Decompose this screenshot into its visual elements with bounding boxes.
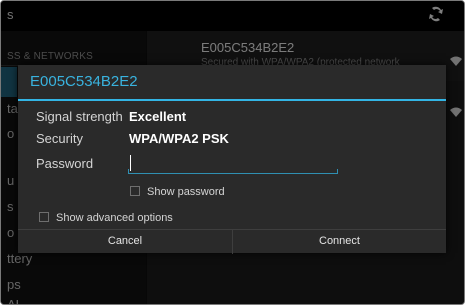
cancel-button[interactable]: Cancel (18, 230, 232, 254)
password-label: Password (36, 156, 94, 171)
wifi-connect-dialog: E005C534B2E2 Signal strength Excellent S… (18, 65, 446, 254)
connect-button[interactable]: Connect (233, 230, 446, 254)
show-advanced-checkbox[interactable] (39, 212, 49, 222)
show-password-label[interactable]: Show password (147, 186, 225, 198)
password-input[interactable] (128, 152, 338, 174)
text-caret (130, 155, 131, 171)
input-underline-right (337, 169, 338, 174)
input-underline (128, 173, 338, 174)
show-password-checkbox[interactable] (130, 186, 140, 196)
dialog-header: E005C534B2E2 (18, 65, 446, 99)
security-value: WPA/WPA2 PSK (129, 131, 229, 146)
app-frame: s SS & NETWORKS ta o u s o ttery ps AL E005C534… (0, 0, 465, 305)
show-advanced-label[interactable]: Show advanced options (56, 212, 173, 224)
security-label: Security (36, 131, 83, 146)
dialog-title-divider (18, 99, 446, 101)
signal-strength-value: Excellent (129, 109, 187, 124)
dialog-button-bar: Cancel Connect (18, 229, 446, 254)
dialog-title: E005C534B2E2 (30, 73, 138, 90)
signal-strength-label: Signal strength (36, 109, 123, 124)
